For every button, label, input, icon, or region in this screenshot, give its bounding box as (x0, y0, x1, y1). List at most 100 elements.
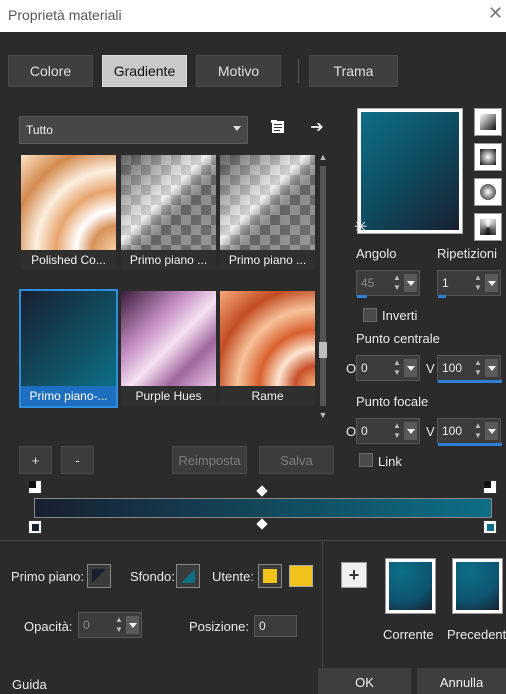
link-checkbox[interactable] (359, 453, 373, 467)
user-color-box[interactable] (289, 565, 313, 587)
radial-gradient-type-button[interactable] (474, 213, 502, 241)
position-input[interactable]: 0 (254, 615, 297, 637)
reset-button[interactable]: Reimposta (172, 446, 247, 474)
gradient-preview (121, 155, 216, 250)
opacity-stop-left[interactable] (28, 480, 42, 494)
invert-checkbox[interactable] (363, 308, 377, 322)
opacity-value: 0 (83, 618, 90, 632)
chevron-down-icon[interactable] (404, 422, 417, 440)
gradient-preview (21, 291, 116, 386)
save-button[interactable]: Salva (259, 446, 334, 474)
cancel-button[interactable]: Annulla (417, 668, 506, 694)
window-title: Proprietà materiali (8, 7, 122, 23)
user-stop-swatch[interactable] (258, 564, 282, 588)
tab-separator (298, 59, 299, 83)
center-v-value: 100 (442, 361, 463, 375)
chevron-down-icon[interactable]: ▼ (317, 410, 329, 422)
chevron-down-icon[interactable] (404, 274, 417, 292)
gradient-thumb-polished-copper[interactable]: Polished Co... (21, 155, 116, 270)
section-divider (0, 540, 506, 541)
tab-gradiente[interactable]: Gradiente (102, 55, 187, 87)
opacity-label: Opacità: (24, 619, 73, 634)
gradient-thumb-rame[interactable]: Rame (220, 291, 315, 406)
scrollbar-track[interactable] (320, 166, 326, 406)
chevron-up-icon[interactable]: ▲ (317, 152, 329, 164)
opacity-stop-right[interactable] (483, 480, 497, 494)
focal-v-spinner[interactable]: 100 ▲ ▼ (437, 418, 502, 446)
repeats-slider-bar[interactable] (438, 295, 446, 298)
remove-gradient-button[interactable]: - (61, 446, 94, 474)
previous-material-swatch[interactable] (452, 558, 503, 614)
center-h-spinner[interactable]: 0 ▲ ▼ (356, 355, 420, 381)
close-icon[interactable]: ✕ (488, 3, 503, 24)
arrow-right-icon[interactable]: ➔ (307, 117, 327, 137)
focal-h-axis-label: O (346, 424, 357, 439)
color-stop-right[interactable] (483, 520, 497, 534)
link-label: Link (378, 454, 402, 469)
scrollbar-thumb[interactable] (319, 342, 327, 358)
gradient-thumb-foreground-1[interactable]: Primo piano ... (121, 155, 216, 270)
opacity-midpoint[interactable] (256, 485, 268, 497)
gradient-file-icon[interactable] (268, 117, 288, 137)
angle-slider-bar[interactable] (357, 295, 367, 298)
gradient-bar[interactable] (34, 498, 492, 518)
vertical-divider (322, 541, 323, 667)
chevron-down-icon[interactable] (485, 422, 498, 440)
invert-label: Inverti (382, 308, 418, 323)
gradient-thumb-foreground-2[interactable]: Primo piano ... (220, 155, 315, 270)
help-link[interactable]: Guida (12, 677, 47, 692)
gradient-thumb-label: Primo piano ... (220, 250, 315, 270)
sparkle-handle-icon[interactable]: ✳ (354, 217, 367, 237)
gradient-preview-fill (361, 112, 459, 230)
add-gradient-button[interactable]: + (19, 446, 52, 474)
angle-spinner[interactable]: 45 ▲ ▼ (356, 270, 420, 298)
repeats-label: Ripetizioni (437, 246, 497, 261)
color-midpoint[interactable] (256, 518, 268, 530)
gradient-thumb-purple-hues[interactable]: Purple Hues (121, 291, 216, 406)
spinner-arrows-icon[interactable]: ▲ ▼ (391, 273, 403, 293)
gradient-preview (220, 291, 315, 386)
chevron-down-icon[interactable] (404, 359, 417, 377)
current-material-swatch[interactable] (385, 558, 436, 614)
chevron-down-icon[interactable] (485, 359, 498, 377)
color-stop-left[interactable] (28, 520, 42, 534)
rectangular-gradient-type-button[interactable] (474, 143, 502, 171)
linear-gradient-type-button[interactable] (474, 108, 502, 136)
gradient-preview (220, 155, 315, 250)
spinner-arrows-icon[interactable]: ▲ ▼ (472, 358, 484, 378)
center-v-spinner[interactable]: 100 ▲ ▼ (437, 355, 502, 383)
previous-material-preview (456, 562, 499, 610)
gradient-preview-large[interactable]: ✳ (354, 108, 463, 237)
gradient-editor[interactable] (28, 480, 498, 536)
gradient-thumb-label: Polished Co... (21, 250, 116, 270)
category-dropdown[interactable]: Tutto (19, 116, 248, 144)
chevron-down-icon[interactable] (126, 616, 139, 634)
repeats-spinner[interactable]: 1 ▲ ▼ (437, 270, 501, 298)
center-v-slider-bar[interactable] (438, 380, 502, 383)
focal-v-slider-bar[interactable] (438, 443, 502, 446)
spinner-arrows-icon[interactable]: ▲ ▼ (113, 615, 125, 635)
foreground-stop-swatch[interactable] (87, 564, 111, 588)
position-value: 0 (259, 619, 266, 633)
previous-label: Precedente (447, 627, 506, 642)
spinner-arrows-icon[interactable]: ▲ ▼ (391, 358, 403, 378)
gradient-thumb-label: Purple Hues (121, 386, 216, 406)
tab-colore[interactable]: Colore (8, 55, 93, 87)
spinner-arrows-icon[interactable]: ▲ ▼ (472, 273, 484, 293)
gradient-thumb-foreground-background[interactable]: Primo piano-... (19, 289, 118, 408)
tab-motivo[interactable]: Motivo (196, 55, 281, 87)
chevron-down-icon[interactable] (485, 274, 498, 292)
tab-trama[interactable]: Trama (309, 55, 398, 87)
focal-h-spinner[interactable]: 0 ▲ ▼ (356, 418, 420, 444)
ok-button[interactable]: OK (318, 668, 411, 694)
spinner-arrows-icon[interactable]: ▲ ▼ (472, 421, 484, 441)
focal-v-axis-label: V (426, 424, 435, 439)
add-to-swatches-button[interactable]: + (341, 562, 367, 588)
spinner-arrows-icon[interactable]: ▲ ▼ (391, 421, 403, 441)
gradient-thumb-label: Primo piano ... (121, 250, 216, 270)
focal-v-value: 100 (442, 424, 463, 438)
background-stop-swatch[interactable] (176, 564, 200, 588)
gradient-list-scrollbar[interactable]: ▲ ▼ (317, 152, 329, 422)
opacity-spinner[interactable]: 0 ▲ ▼ (78, 612, 142, 638)
sunburst-gradient-type-button[interactable] (474, 178, 502, 206)
